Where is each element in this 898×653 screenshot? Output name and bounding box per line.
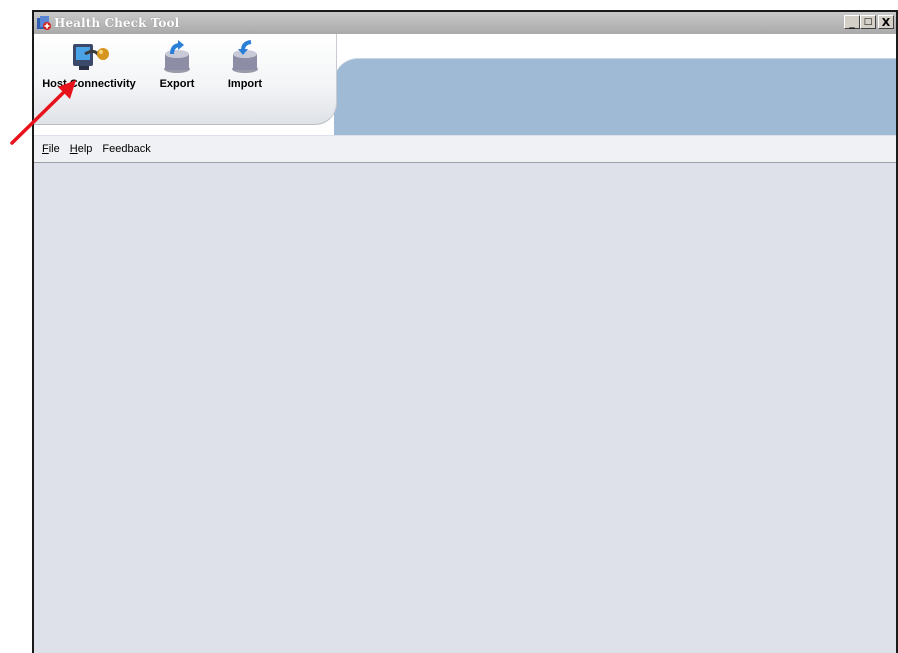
menu-help[interactable]: Help xyxy=(70,143,93,155)
menu-file-mnemonic: F xyxy=(42,143,49,155)
toolbar-area: Host Connectivity Export Import xyxy=(34,34,896,135)
export-icon xyxy=(164,40,190,73)
menu-help-mnemonic: H xyxy=(69,143,78,155)
window-controls: _ □ X xyxy=(844,15,894,29)
close-icon: X xyxy=(881,15,891,29)
restore-button[interactable]: □ xyxy=(860,15,876,29)
host-connectivity-label: Host Connectivity xyxy=(42,78,136,90)
close-button[interactable]: X xyxy=(878,15,894,29)
export-button[interactable]: Export xyxy=(152,40,202,90)
restore-icon: □ xyxy=(863,16,873,27)
export-label: Export xyxy=(159,78,195,90)
menu-help-label: elp xyxy=(77,143,93,155)
menu-file[interactable]: File xyxy=(42,143,60,155)
window-title: Health Check Tool xyxy=(54,16,180,30)
import-icon xyxy=(232,40,258,73)
host-connectivity-icon xyxy=(73,44,109,70)
app-icon xyxy=(37,16,51,30)
import-label: Import xyxy=(227,78,263,90)
toolbar: Host Connectivity Export Import xyxy=(34,34,337,125)
import-button[interactable]: Import xyxy=(220,40,270,90)
app-window: Health Check Tool _ □ X Host Connectivit… xyxy=(32,10,898,653)
menu-file-label: ile xyxy=(48,143,60,155)
main-content-area xyxy=(34,163,896,653)
menu-feedback-label: Feedback xyxy=(102,143,151,155)
minimize-icon: _ xyxy=(849,15,855,29)
menu-bar: File Help Feedback xyxy=(34,136,896,163)
minimize-button[interactable]: _ xyxy=(844,15,860,29)
title-bar[interactable]: Health Check Tool _ □ X xyxy=(34,12,896,34)
menu-feedback[interactable]: Feedback xyxy=(102,143,150,155)
host-connectivity-button[interactable]: Host Connectivity xyxy=(34,40,144,90)
header-band xyxy=(334,58,896,135)
